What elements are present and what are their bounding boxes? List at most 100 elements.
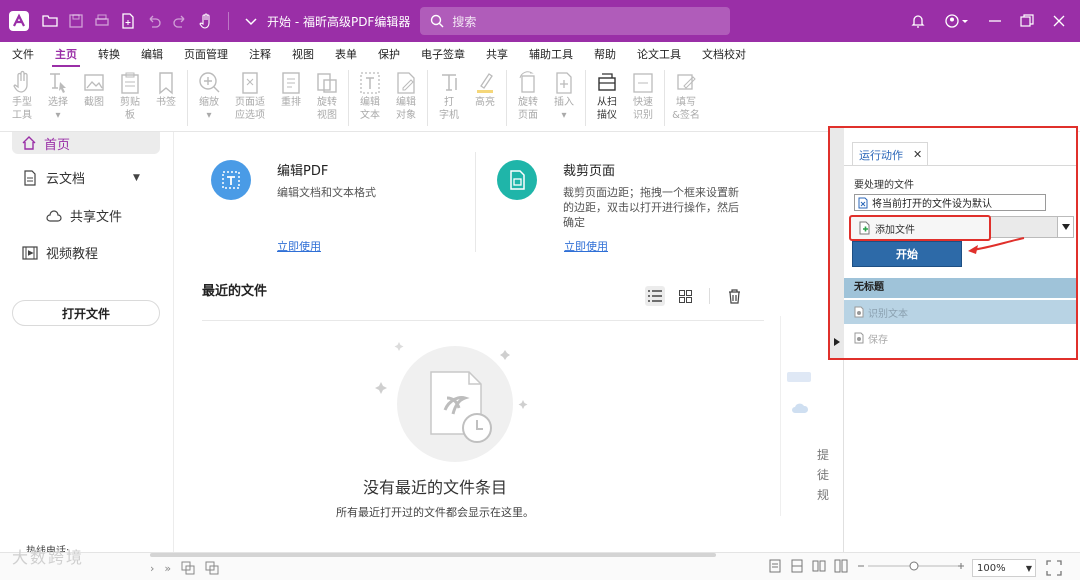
cloud-icon bbox=[792, 403, 809, 413]
edit-object-button[interactable]: 编辑 对象 bbox=[388, 66, 424, 126]
chevron-down-icon[interactable] bbox=[243, 13, 259, 29]
action-row-save[interactable]: 保存 bbox=[844, 326, 1076, 350]
single-page-icon[interactable] bbox=[768, 559, 782, 573]
rotate-view-button[interactable]: 旋转 视图 bbox=[309, 66, 345, 126]
ribbon-label: 识别 bbox=[633, 110, 653, 121]
action-row-ocr[interactable]: 识别文本 bbox=[844, 300, 1076, 324]
grid-view-button[interactable] bbox=[675, 286, 695, 306]
bell-icon[interactable] bbox=[910, 13, 926, 29]
tab-paper-tools[interactable]: 论文工具 bbox=[637, 46, 681, 62]
zoom-slider[interactable] bbox=[856, 559, 966, 573]
open-folder-icon[interactable] bbox=[42, 13, 58, 29]
duplicate-page-icon[interactable] bbox=[205, 561, 219, 575]
fit-page-button[interactable]: 页面适 应选项 bbox=[227, 66, 273, 126]
last-page-icon[interactable]: » bbox=[164, 562, 171, 575]
run-action-tab[interactable]: 运行动作 ✕ bbox=[852, 142, 928, 166]
edit-pdf-use-now-link[interactable]: 立即使用 bbox=[277, 238, 321, 254]
home-icon bbox=[22, 136, 36, 150]
run-action-panel-body bbox=[843, 360, 1079, 552]
ribbon-label: ▾ bbox=[561, 110, 567, 121]
next-page-icon[interactable]: › bbox=[150, 562, 154, 575]
minimize-icon[interactable] bbox=[988, 13, 1002, 29]
continuous-page-icon[interactable] bbox=[790, 559, 804, 573]
close-icon[interactable] bbox=[1052, 13, 1066, 29]
clipboard-button[interactable]: 剪贴 板 bbox=[112, 66, 148, 126]
hand-tool-button[interactable]: 手型 工具 bbox=[4, 66, 40, 126]
search-placeholder: 搜索 bbox=[452, 14, 477, 29]
account-icon[interactable] bbox=[944, 13, 970, 29]
sidebar-item-shared[interactable]: 共享文件 bbox=[46, 206, 122, 225]
two-page-continuous-icon[interactable] bbox=[834, 559, 848, 573]
sidebar-item-video[interactable]: 视频教程 bbox=[22, 243, 98, 262]
search-box[interactable]: 搜索 bbox=[420, 7, 731, 35]
horizontal-scrollbar[interactable] bbox=[150, 553, 716, 557]
reflow-button[interactable]: 重排 bbox=[273, 66, 309, 126]
toolbar-separator bbox=[228, 12, 229, 30]
tab-accessibility[interactable]: 辅助工具 bbox=[529, 46, 573, 62]
crop-page-use-now-link[interactable]: 立即使用 bbox=[564, 238, 608, 254]
select-button[interactable]: 选择 ▾ bbox=[40, 66, 76, 126]
ocr-button[interactable]: 快速 识别 bbox=[625, 66, 661, 126]
list-view-button[interactable] bbox=[645, 286, 665, 306]
print-icon[interactable] bbox=[94, 13, 110, 29]
ribbon-group-pages: 旋转 页面 插入 ▾ bbox=[507, 66, 585, 126]
sidebar-item-cloud[interactable]: 云文档 ▼ bbox=[22, 168, 140, 187]
tab-share[interactable]: 共享 bbox=[486, 46, 508, 62]
add-file-dropdown[interactable] bbox=[1057, 217, 1073, 237]
tab-comment[interactable]: 注释 bbox=[249, 46, 271, 62]
tab-form[interactable]: 表单 bbox=[335, 46, 357, 62]
window-title: 开始 - 福昕高级PDF编辑器 bbox=[267, 14, 411, 29]
left-sidebar: 首页 云文档 ▼ 共享文件 视频教程 打开文件 热线电话: bbox=[0, 132, 174, 557]
restore-icon[interactable] bbox=[1020, 13, 1034, 29]
trash-icon bbox=[728, 288, 740, 304]
fill-sign-button[interactable]: 填写 &签名 bbox=[668, 66, 704, 126]
clear-recent-button[interactable] bbox=[724, 286, 744, 306]
insert-button[interactable]: 插入 ▾ bbox=[546, 66, 582, 126]
hand-tool-icon[interactable] bbox=[198, 13, 214, 29]
close-tab-icon[interactable]: ✕ bbox=[913, 148, 922, 161]
scanner-button[interactable]: 从扫 描仪 bbox=[589, 66, 625, 126]
save-icon[interactable] bbox=[68, 13, 84, 29]
highlight-button[interactable]: 高亮 bbox=[467, 66, 503, 126]
tab-file[interactable]: 文件 bbox=[12, 46, 34, 62]
tab-home[interactable]: 主页 bbox=[52, 46, 80, 67]
promo-char: 提 bbox=[817, 448, 830, 462]
panel-collapse-handle[interactable] bbox=[830, 128, 844, 358]
tab-e-signature[interactable]: 电子签章 bbox=[421, 46, 465, 62]
tab-help[interactable]: 帮助 bbox=[594, 46, 616, 62]
rotate-page-button[interactable]: 旋转 页面 bbox=[510, 66, 546, 126]
tab-protect[interactable]: 保护 bbox=[378, 46, 400, 62]
undo-icon[interactable] bbox=[146, 13, 162, 29]
new-file-icon[interactable] bbox=[120, 13, 136, 29]
promo-char: 规 bbox=[817, 488, 830, 502]
edit-text-button[interactable]: 编辑 文本 bbox=[352, 66, 388, 126]
tab-convert[interactable]: 转换 bbox=[98, 46, 120, 62]
action-group-header[interactable]: 无标题 bbox=[844, 278, 1076, 298]
bookmark-button[interactable]: 书签 bbox=[148, 66, 184, 126]
add-file-combo[interactable]: 添加文件 bbox=[849, 215, 1074, 241]
tab-edit[interactable]: 编辑 bbox=[141, 46, 163, 62]
tab-proofread[interactable]: 文档校对 bbox=[702, 46, 746, 62]
sidebar-item-home[interactable]: 首页 bbox=[12, 132, 160, 154]
open-file-button[interactable]: 打开文件 bbox=[12, 300, 160, 326]
redo-icon[interactable] bbox=[172, 13, 188, 29]
current-file-item[interactable]: 将当前打开的文件设为默认 bbox=[854, 194, 1046, 211]
tab-view[interactable]: 视图 bbox=[292, 46, 314, 62]
start-button[interactable]: 开始 bbox=[852, 241, 962, 267]
screenshot-button[interactable]: 截图 bbox=[76, 66, 112, 126]
promo-panel-partial: 提 徒 规 bbox=[780, 316, 830, 516]
fullscreen-icon[interactable] bbox=[1046, 560, 1062, 576]
card-edit-pdf[interactable]: 编辑PDF 编辑文档和文本格式 bbox=[211, 160, 457, 200]
typewriter-button[interactable]: 打 字机 bbox=[431, 66, 467, 126]
zoom-button[interactable]: 缩放 ▾ bbox=[191, 66, 227, 126]
card-crop-page[interactable]: 裁剪页面 裁剪页面边距；拖拽一个框来设置新的边距，双击以打开进行操作，然后确定 bbox=[497, 160, 743, 230]
ribbon-group-scan: 从扫 描仪 快速 识别 bbox=[586, 66, 664, 126]
copy-page-icon[interactable] bbox=[181, 561, 195, 575]
two-page-icon[interactable] bbox=[812, 559, 826, 573]
tab-page-management[interactable]: 页面管理 bbox=[184, 46, 228, 62]
status-bar: › » 100% ▼ bbox=[0, 552, 1080, 580]
video-icon bbox=[22, 245, 38, 260]
app-logo-icon bbox=[9, 11, 29, 31]
zoom-level-select[interactable]: 100% ▼ bbox=[972, 559, 1036, 577]
chevron-down-icon[interactable]: ▼ bbox=[133, 173, 140, 183]
